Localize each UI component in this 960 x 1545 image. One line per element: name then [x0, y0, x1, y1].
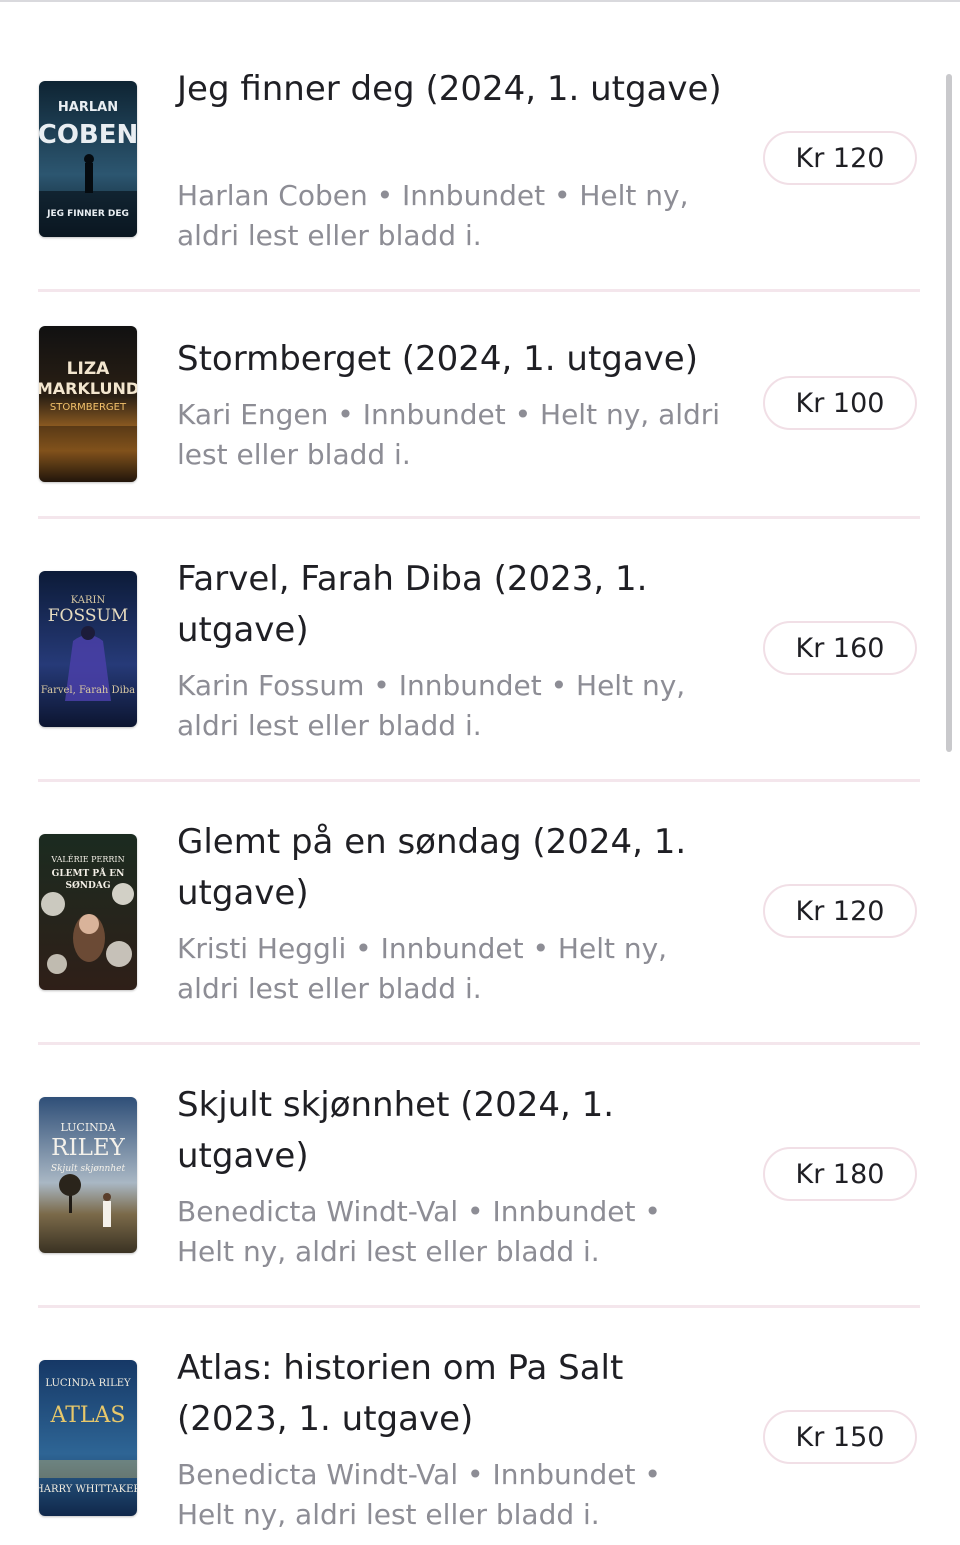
listing-title[interactable]: Stormberget (2024, 1. utgave) [177, 334, 737, 385]
cover-line3: SØNDAG [65, 880, 110, 891]
top-border [0, 0, 960, 2]
price-button[interactable]: Kr 160 [763, 621, 917, 675]
book-cover[interactable]: KARIN FOSSUM Farvel, Farah Diba [39, 571, 137, 727]
cover-line2: MARKLUND [39, 379, 137, 398]
book-cover[interactable]: LIZA MARKLUND STORMBERGET [39, 326, 137, 482]
cover-line1: LUCINDA RILEY [45, 1378, 131, 1389]
cover-line3: STORMBERGET [50, 402, 127, 413]
listing-title[interactable]: Glemt på en søndag (2024, 1. utgave) [177, 817, 737, 919]
book-cover[interactable]: LUCINDA RILEY ATLAS HARRY WHITTAKER [39, 1360, 137, 1516]
scrollbar[interactable] [946, 74, 952, 752]
listing-title[interactable]: Farvel, Farah Diba (2023, 1. utgave) [177, 554, 737, 656]
listing-title[interactable]: Jeg finner deg (2024, 1. utgave) [177, 64, 737, 115]
cover-line1: KARIN [71, 595, 106, 606]
divider [38, 289, 920, 292]
price-button[interactable]: Kr 120 [763, 131, 917, 185]
cover-line2: FOSSUM [48, 606, 128, 626]
listing-meta: Harlan Coben • Innbundet • Helt ny, aldr… [177, 179, 689, 252]
listing-meta: Benedicta Windt-Val • Innbundet • Helt n… [177, 1458, 661, 1531]
cover-line3: Skjult skjønnhet [51, 1164, 126, 1174]
cover-line1: VALÉRIE PERRIN [50, 855, 124, 864]
cover-line2: ATLAS [50, 1403, 126, 1428]
price-button[interactable]: Kr 150 [763, 1410, 917, 1464]
price-button[interactable]: Kr 120 [763, 884, 917, 938]
price-button[interactable]: Kr 180 [763, 1147, 917, 1201]
listing-meta: Kristi Heggli • Innbundet • Helt ny, ald… [177, 932, 668, 1005]
listing-meta: Benedicta Windt-Val • Innbundet • Helt n… [177, 1195, 661, 1268]
listing-meta: Karin Fossum • Innbundet • Helt ny, aldr… [177, 669, 686, 742]
book-cover[interactable]: VALÉRIE PERRIN GLEMT PÅ EN SØNDAG [39, 834, 137, 990]
price-button[interactable]: Kr 100 [763, 376, 917, 430]
listing-title[interactable]: Skjult skjønnhet (2024, 1. utgave) [177, 1080, 737, 1182]
book-cover[interactable]: LUCINDA RILEY Skjult skjønnhet [39, 1097, 137, 1253]
cover-line3: Farvel, Farah Diba [41, 685, 135, 696]
book-cover[interactable]: HARLAN COBEN JEG FINNER DEG [39, 81, 137, 237]
cover-line1: LUCINDA [60, 1121, 116, 1134]
cover-line1: HARLAN [58, 100, 118, 115]
cover-line2: COBEN [39, 120, 137, 150]
cover-line3: HARRY WHITTAKER [39, 1484, 137, 1495]
listing-title[interactable]: Atlas: historien om Pa Salt (2023, 1. ut… [177, 1343, 737, 1445]
divider [38, 1305, 920, 1308]
listing-meta: Kari Engen • Innbundet • Helt ny, aldri … [177, 398, 721, 471]
cover-line1: LIZA [67, 359, 110, 379]
cover-line3: JEG FINNER DEG [46, 209, 129, 219]
cover-line2: GLEMT PÅ EN [52, 867, 125, 879]
divider [38, 779, 920, 782]
cover-line2: RILEY [51, 1135, 125, 1161]
divider [38, 516, 920, 519]
divider [38, 1042, 920, 1045]
